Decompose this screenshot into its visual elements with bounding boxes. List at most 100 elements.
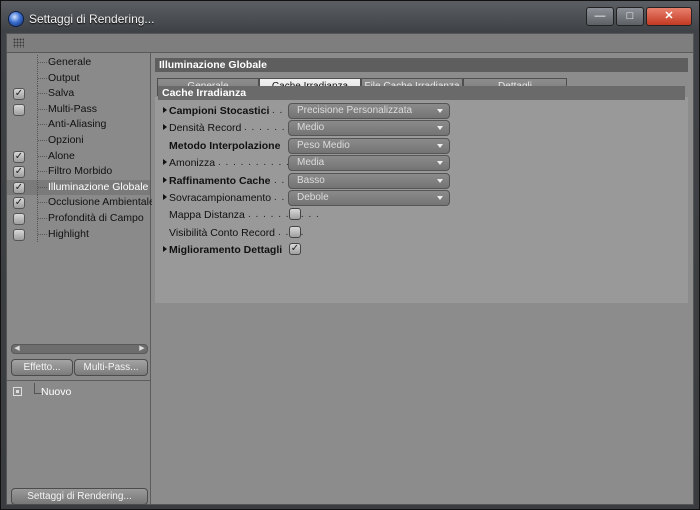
param-row: Densità Record. . . . . . . . Medio	[163, 120, 683, 137]
param-checkbox[interactable]	[289, 208, 301, 221]
param-row: Mappa Distanza. . . . . . . . . .	[163, 207, 683, 223]
sidebar-item-label: Filtro Morbido	[48, 165, 113, 178]
window-title: Settaggi di Rendering...	[29, 12, 155, 26]
dropdown-arrow-icon	[437, 196, 443, 200]
dropdown-value: Basso	[297, 174, 325, 186]
param-dropdown[interactable]: Basso	[288, 172, 450, 189]
dropdown-arrow-icon	[437, 161, 443, 166]
sidebar-item-checkbox[interactable]: ✓	[13, 166, 25, 179]
scroll-left-icon[interactable]: ◀	[13, 345, 21, 353]
dropdown-value: Peso Medio	[297, 139, 350, 151]
param-row: Miglioramento Dettagli ✓	[163, 242, 683, 258]
sidebar-item-label: Anti-Aliasing	[48, 118, 107, 131]
sidebar-item-label: Alone	[48, 149, 75, 162]
preset-label: Nuovo	[41, 386, 72, 398]
sidebar-item[interactable]: ✓ Alone	[7, 148, 150, 164]
sidebar-item[interactable]: Highlight	[7, 226, 150, 242]
toolbar	[7, 34, 693, 53]
sidebar-item-checkbox[interactable]	[13, 228, 25, 241]
expand-arrow-icon[interactable]	[163, 246, 167, 253]
expand-arrow-icon[interactable]	[163, 159, 167, 166]
dialog-client-area: Generale Output ✓ Salva Multi-Pass Anti-Alias…	[6, 33, 694, 505]
sidebar-item[interactable]: Output	[7, 70, 150, 86]
param-dropdown[interactable]: Peso Medio	[288, 137, 450, 154]
sidebar-item[interactable]: ✓ Occlusione Ambientale	[7, 195, 155, 211]
sidebar-item[interactable]: Opzioni	[7, 133, 150, 148]
sidebar-item-label: Profondità di Campo	[48, 212, 144, 224]
render-setting-icon	[13, 387, 22, 396]
sidebar-item-label: Multi-Pass	[48, 102, 98, 115]
effect-button[interactable]: Effetto...	[11, 359, 73, 376]
render-settings-button[interactable]: Settaggi di Rendering...	[11, 488, 148, 505]
scroll-right-icon[interactable]: ▶	[138, 345, 146, 353]
sidebar-item[interactable]: ✓ Filtro Morbido	[7, 164, 150, 180]
param-label: Amonizza	[169, 157, 216, 170]
dropdown-value: Media	[297, 157, 325, 169]
sidebar-item-checkbox[interactable]: ✓	[13, 181, 25, 194]
multipass-button[interactable]: Multi-Pass...	[74, 359, 148, 376]
sidebar-item-label: Illuminazione Globale	[48, 180, 149, 193]
param-row: Campioni Stocastici. . . Precisione Perso…	[163, 103, 683, 119]
param-leader-dots: . . . . . . . . . .	[248, 209, 320, 221]
dropdown-arrow-icon	[437, 126, 443, 131]
dropdown-value: Medio	[297, 122, 325, 134]
sidebar-item-checkbox[interactable]: ✓	[13, 197, 25, 210]
param-row: Amonizza. . . . . . . . . . . . . . . Med…	[163, 155, 683, 172]
param-checkbox[interactable]	[289, 225, 301, 238]
dropdown-arrow-icon	[437, 178, 443, 183]
close-button[interactable]: ✕	[646, 7, 692, 26]
minimize-button[interactable]: —	[586, 7, 614, 26]
param-label: Campioni Stocastici	[169, 105, 270, 117]
param-dropdown[interactable]: Debole	[288, 190, 450, 206]
sidebar-item-label: Opzioni	[48, 134, 84, 146]
param-dropdown[interactable]: Media	[288, 155, 450, 172]
settings-sidebar: Generale Output ✓ Salva Multi-Pass Anti-Alias…	[7, 53, 155, 505]
sidebar-item-label: Occlusione Ambientale	[48, 196, 155, 209]
sidebar-item-checkbox[interactable]	[13, 103, 25, 116]
expand-arrow-icon[interactable]	[163, 194, 167, 200]
sidebar-item-label: Output	[48, 71, 80, 84]
sidebar-item-checkbox[interactable]: ✓	[13, 150, 25, 163]
param-dropdown[interactable]: Medio	[288, 120, 450, 137]
param-label: Metodo Interpolazione	[169, 139, 281, 152]
dropdown-arrow-icon	[437, 109, 443, 113]
param-label: Raffinamento Cache	[169, 174, 271, 187]
param-row: Visibilità Conto Record. . . .	[163, 225, 683, 241]
subsection-title: Cache Irradianza	[158, 86, 685, 100]
param-label: Sovracampionamento	[169, 192, 272, 204]
dropdown-value: Precisione Personalizzata	[297, 105, 413, 116]
grip-handle-icon[interactable]	[13, 38, 24, 48]
sidebar-item-label: Generale	[48, 56, 92, 68]
sidebar-item[interactable]: Profondità di Campo	[7, 211, 150, 226]
param-row: Sovracampionamento. . . .Debole	[163, 190, 683, 206]
sidebar-item-checkbox[interactable]: ✓	[13, 88, 25, 101]
sidebar-item[interactable]: ✓ Salva	[7, 86, 150, 102]
param-label: Densità Record	[169, 122, 242, 135]
render-settings-window: Settaggi di Rendering... — □ ✕ Generale O…	[0, 0, 700, 510]
sidebar-item[interactable]: Anti-Aliasing	[7, 117, 150, 133]
param-leader-dots: . .	[274, 174, 286, 186]
sidebar-item-label: Salva	[48, 87, 75, 100]
sidebar-horizontal-scrollbar[interactable]: ◀ ▶	[11, 344, 148, 354]
param-dropdown[interactable]: Precisione Personalizzata	[288, 103, 450, 119]
sidebar-item[interactable]: Multi-Pass	[7, 101, 150, 117]
render-presets-panel: Nuovo	[7, 380, 150, 505]
dropdown-arrow-icon	[437, 143, 443, 148]
param-checkbox[interactable]: ✓	[289, 243, 301, 256]
param-label: Miglioramento Dettagli	[169, 244, 283, 257]
expand-arrow-icon[interactable]	[163, 176, 167, 183]
param-label: Mappa Distanza	[169, 209, 245, 222]
expand-arrow-icon[interactable]	[163, 124, 167, 131]
section-title: Illuminazione Globale	[155, 58, 688, 72]
param-row: Raffinamento Cache. . Basso	[163, 172, 683, 189]
cinema4d-app-icon	[9, 12, 23, 26]
preset-item-nuovo[interactable]: Nuovo	[7, 383, 150, 398]
expand-arrow-icon[interactable]	[163, 107, 167, 113]
dropdown-value: Debole	[297, 192, 329, 203]
maximize-button[interactable]: □	[616, 7, 644, 26]
title-bar[interactable]: Settaggi di Rendering... — □ ✕	[1, 1, 699, 35]
sidebar-item[interactable]: ✓ Illuminazione Globale	[7, 179, 150, 195]
param-label: Visibilità Conto Record	[169, 226, 276, 239]
sidebar-item[interactable]: Generale	[7, 55, 150, 70]
sidebar-item-checkbox[interactable]	[13, 213, 25, 225]
